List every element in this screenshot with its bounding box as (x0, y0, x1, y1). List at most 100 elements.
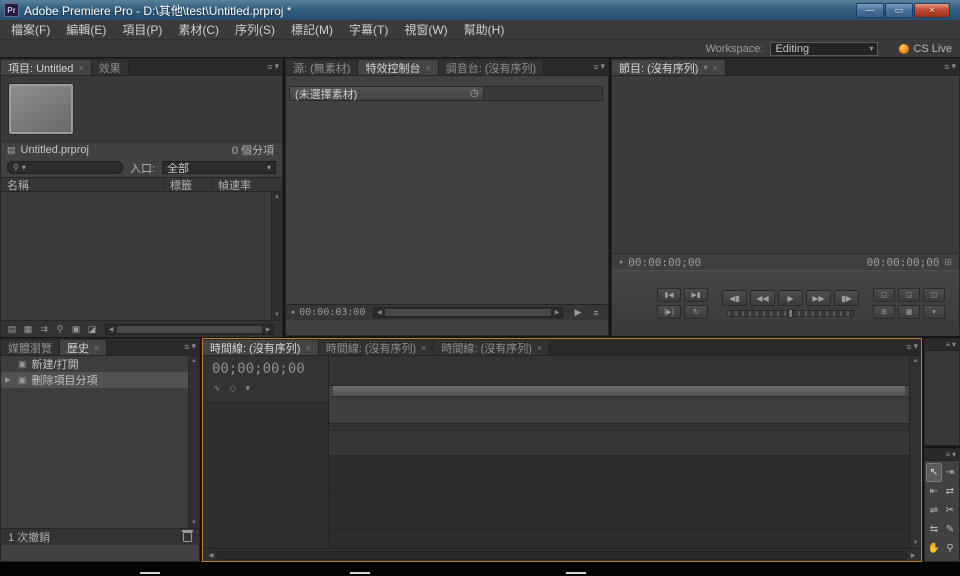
scroll-down-icon[interactable]: ▼ (274, 312, 280, 318)
program-position-timecode[interactable]: 00:00:00;00 (628, 256, 701, 269)
effect-timecode[interactable]: 00:00:03:00 (299, 307, 365, 318)
audio-track[interactable] (329, 431, 909, 456)
tab-program-monitor[interactable]: 節目: (沒有序列) ▾ × (612, 60, 726, 75)
close-icon[interactable]: × (537, 343, 542, 353)
scroll-up-icon[interactable]: ▲ (913, 358, 919, 364)
new-bin-icon[interactable]: ▣ (69, 323, 83, 336)
step-back-button[interactable]: ◀▮ (722, 290, 747, 306)
windows-taskbar-edge[interactable] (0, 562, 960, 576)
lift-button[interactable]: ◱ (873, 288, 895, 302)
project-item-list[interactable]: ▲ ▼ (1, 192, 282, 320)
safe-margins-button[interactable]: ⊞ (873, 305, 895, 319)
tab-effects[interactable]: 效果 (92, 60, 129, 75)
scroll-up-icon[interactable]: ▲ (274, 194, 280, 200)
timeline-timecode[interactable]: 00;00;00;00 (203, 356, 328, 377)
scroll-left-icon[interactable]: ◀ (205, 552, 217, 559)
shuttle-forward-button[interactable]: ▶▶ (806, 290, 831, 306)
menu-item-edit[interactable]: 編輯(E) (58, 21, 114, 38)
chevron-down-icon[interactable]: ▾ (703, 63, 707, 72)
project-horizontal-scrollbar[interactable]: ◀ ▶ (105, 324, 274, 335)
menu-item-project[interactable]: 項目(P) (114, 21, 170, 38)
tab-effect-controls[interactable]: 特效控制台 × (358, 60, 438, 75)
fit-icon[interactable]: ⊞ (944, 257, 952, 268)
project-item-row[interactable]: ▤ Untitled.prproj 0 個分項 (1, 142, 282, 158)
close-icon[interactable]: × (78, 63, 83, 73)
scroll-right-icon[interactable]: ▶ (263, 326, 273, 333)
snap-icon[interactable]: ∿ (213, 383, 221, 394)
loop-button[interactable]: ↻ (684, 305, 708, 319)
close-icon[interactable]: × (94, 343, 99, 353)
chevron-down-icon[interactable]: ▾ (245, 383, 250, 394)
close-icon[interactable]: × (305, 343, 310, 353)
timeline-vertical-scrollbar[interactable]: ▲ ▼ (909, 356, 921, 548)
menu-item-sequence[interactable]: 序列(S) (227, 21, 283, 38)
scroll-left-icon[interactable]: ◀ (106, 326, 116, 333)
panel-menu-icon[interactable]: ≡ ▾ (944, 61, 956, 72)
marker-icon[interactable]: ◇ (230, 383, 237, 394)
menu-item-file[interactable]: 檔案(F) (3, 21, 58, 38)
rolling-edit-tool[interactable]: ⇄ (942, 482, 958, 501)
menu-item-window[interactable]: 視窗(W) (396, 21, 455, 38)
history-row[interactable]: ▣ 新建/打開 (1, 356, 199, 372)
icon-view-icon[interactable]: ▦ (21, 323, 35, 336)
jog-slider[interactable] (727, 310, 855, 317)
search-input[interactable]: ⚲ ▾ (7, 161, 123, 174)
minimize-button[interactable]: — (856, 3, 884, 18)
effect-horizontal-scrollbar[interactable]: ◀ ▶ (373, 307, 563, 318)
cs-live-button[interactable]: CS Live (899, 43, 952, 55)
column-header-label[interactable]: 標籤 (164, 178, 212, 191)
scroll-up-icon[interactable]: ▲ (191, 358, 197, 364)
timeline-horizontal-scrollbar[interactable]: ◀ ▶ (203, 548, 921, 561)
panel-menu-button[interactable]: ▾ (923, 305, 945, 319)
timeline-track-area[interactable] (329, 356, 909, 548)
tab-project[interactable]: 項目: Untitled × (1, 60, 92, 75)
menu-item-marker[interactable]: 標記(M) (283, 21, 341, 38)
menu-item-title[interactable]: 字幕(T) (341, 21, 396, 38)
tab-timeline-1[interactable]: 時間線: (沒有序列) × (203, 340, 319, 355)
chevron-down-icon[interactable]: ▾ (952, 450, 956, 459)
scroll-right-icon[interactable]: ▶ (552, 309, 562, 316)
tab-history[interactable]: 歷史 × (60, 340, 107, 355)
zoom-tool[interactable]: ⚲ (942, 539, 958, 558)
close-icon[interactable]: × (425, 63, 430, 73)
hand-tool[interactable]: ✋ (926, 539, 942, 558)
close-icon[interactable]: × (712, 63, 717, 73)
ripple-edit-tool[interactable]: ⇤ (926, 482, 942, 501)
scroll-down-icon[interactable]: ▼ (913, 540, 919, 546)
play-icon[interactable]: ▶ (571, 306, 585, 319)
scroll-down-icon[interactable]: ▼ (191, 520, 197, 526)
close-icon[interactable]: × (421, 343, 426, 353)
panel-menu-icon[interactable]: ≡ ▾ (593, 61, 605, 72)
tab-timeline-2[interactable]: 時間線: (沒有序列) × (319, 340, 435, 355)
step-forward-button[interactable]: ▮▶ (834, 290, 859, 306)
grip-icon[interactable]: ≡ (945, 450, 950, 459)
tab-source-monitor[interactable]: 源: (無素材) (286, 60, 358, 75)
go-to-out-button[interactable]: ▶▮ (684, 288, 708, 302)
scroll-left-icon[interactable]: ◀ (374, 309, 384, 316)
video-track[interactable] (329, 397, 909, 424)
export-frame-button[interactable]: ◫ (923, 288, 945, 302)
jog-thumb[interactable] (788, 309, 793, 318)
history-row-selected[interactable]: ▶ ▣ 刪除項目分項 (1, 372, 199, 388)
tab-timeline-3[interactable]: 時間線: (沒有序列) × (434, 340, 550, 355)
selection-tool[interactable]: ↖ (926, 463, 942, 482)
history-vertical-scrollbar[interactable]: ▲ ▼ (188, 356, 199, 528)
scrollbar-thumb[interactable] (385, 309, 551, 316)
entry-select[interactable]: 全部 ▾ (162, 161, 276, 174)
chevron-down-icon[interactable]: ▾ (952, 340, 956, 349)
tab-audio-mixer[interactable]: 調音台: (沒有序列) (439, 60, 544, 75)
panel-menu-icon[interactable]: ≡ ▾ (267, 61, 279, 72)
column-header-name[interactable]: 名稱 (1, 178, 164, 191)
play-button[interactable]: ▶ (778, 290, 803, 306)
scrollbar-track[interactable] (217, 551, 907, 560)
go-to-in-button[interactable]: ▮◀ (657, 288, 681, 302)
project-vertical-scrollbar[interactable]: ▲ ▼ (271, 192, 282, 320)
play-in-out-button[interactable]: {▶} (657, 305, 681, 319)
tab-media-browser[interactable]: 媒體瀏覽 (1, 340, 60, 355)
automate-to-sequence-icon[interactable]: ⇉ (37, 323, 51, 336)
scroll-right-icon[interactable]: ▶ (907, 552, 919, 559)
find-icon[interactable]: ⚲ (53, 323, 67, 336)
work-area-bar[interactable] (329, 386, 909, 397)
close-button[interactable]: × (914, 3, 950, 18)
list-view-icon[interactable]: ▤ (5, 323, 19, 336)
